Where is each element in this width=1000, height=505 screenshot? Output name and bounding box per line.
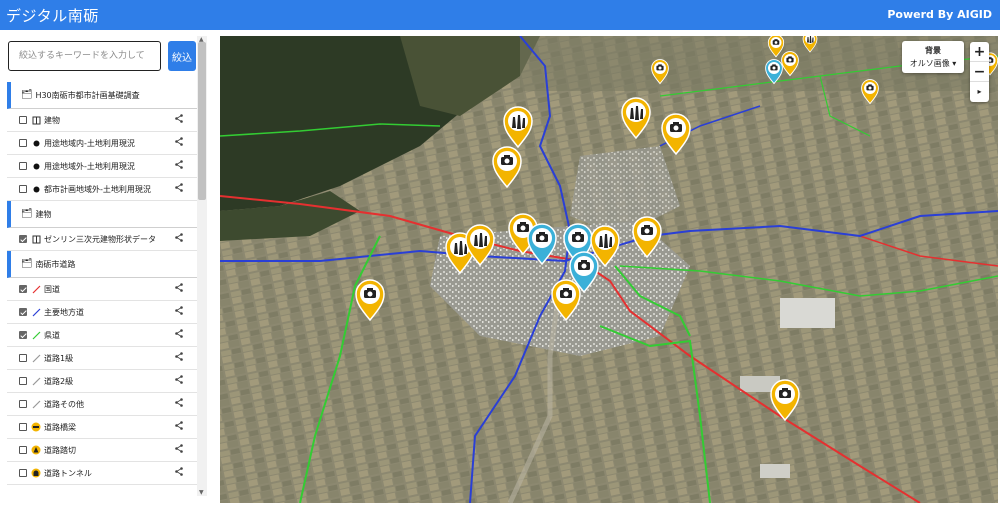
layer-item[interactable]: 都市計画地域外-土地利用現況 — [7, 178, 197, 201]
gray-line-icon — [31, 353, 41, 363]
layer-checkbox[interactable] — [19, 377, 27, 385]
layer-item[interactable]: 道路その他 — [7, 393, 197, 416]
layer-group-label: 建物 — [35, 209, 52, 219]
layer-item[interactable]: ゼンリン三次元建物形状データ — [7, 228, 197, 251]
share-icon[interactable] — [175, 375, 183, 384]
blue-line-icon — [31, 307, 41, 317]
app-title: デジタル南砺 — [6, 7, 99, 25]
layer-item[interactable]: 道路踏切 — [7, 439, 197, 462]
scrollbar-thumb[interactable] — [198, 42, 206, 200]
layer-item-label: 用途地域内-土地利用現況 — [44, 138, 135, 148]
layer-checkbox[interactable] — [19, 185, 27, 193]
background-title: 背景 — [925, 46, 941, 55]
layer-checkbox[interactable] — [19, 162, 27, 170]
black-dot-icon — [31, 161, 41, 171]
layer-item[interactable]: 道路トンネル — [7, 462, 197, 485]
layer-item-label: 都市計画地域外-土地利用現況 — [44, 184, 151, 194]
bridge-pin-icon — [31, 422, 41, 432]
black-dot-icon — [31, 184, 41, 194]
layer-item-label: 道路2級 — [44, 376, 74, 386]
sidebar-scrollbar[interactable]: ▲ ▼ — [197, 36, 207, 496]
share-icon[interactable] — [175, 137, 183, 146]
layer-group-header[interactable]: 🗂 建物 — [7, 201, 197, 228]
share-icon[interactable] — [175, 283, 183, 292]
layer-item-label: 道路踏切 — [44, 445, 76, 455]
layer-checkbox[interactable] — [19, 400, 27, 408]
share-icon[interactable] — [175, 421, 183, 430]
layer-item[interactable]: 国道 — [7, 278, 197, 301]
compass-button[interactable]: ▸ — [970, 82, 989, 102]
aerial-map[interactable] — [220, 36, 998, 503]
share-icon[interactable] — [175, 352, 183, 361]
powered-by-label: Powerd By AIGID — [887, 8, 992, 21]
gray-line-icon — [31, 376, 41, 386]
tunnel-pin-icon — [31, 468, 41, 478]
folder-open-icon: 🗂 — [21, 90, 33, 100]
scroll-down-arrow-icon[interactable]: ▼ — [199, 489, 204, 496]
share-icon[interactable] — [175, 398, 183, 407]
layer-group-label: H30南砺市都市計画基礎調査 — [35, 90, 140, 100]
layer-item-label: 道路トンネル — [44, 468, 92, 478]
layer-item[interactable]: 県道 — [7, 324, 197, 347]
building-outline-icon — [31, 234, 41, 244]
crossing-pin-icon — [31, 445, 41, 455]
search-input[interactable] — [8, 41, 161, 71]
layer-checkbox[interactable] — [19, 423, 27, 431]
share-icon[interactable] — [175, 114, 183, 123]
layer-sidebar: 絞込 🗂 H30南砺市都市計画基礎調査 建物 用途地域内-土地利用現況 用途地域… — [0, 30, 210, 505]
layer-item-label: 主要地方道 — [44, 307, 84, 317]
share-icon[interactable] — [175, 183, 183, 192]
layer-item[interactable]: 道路1級 — [7, 347, 197, 370]
layer-item[interactable]: 建物 — [7, 109, 197, 132]
layer-group-header[interactable]: 🗂 H30南砺市都市計画基礎調査 — [7, 82, 197, 109]
layer-checkbox[interactable] — [19, 331, 27, 339]
layer-item[interactable]: 用途地域外-土地利用現況 — [7, 155, 197, 178]
layer-item-label: 用途地域外-土地利用現況 — [44, 161, 135, 171]
map-viewport[interactable] — [220, 36, 998, 503]
building-outline-icon — [31, 115, 41, 125]
layer-item-label: 国道 — [44, 284, 60, 294]
share-icon[interactable] — [175, 467, 183, 476]
layer-checkbox[interactable] — [19, 285, 27, 293]
layer-item-label: ゼンリン三次元建物形状データ — [44, 234, 156, 244]
layer-item-label: 道路1級 — [44, 353, 74, 363]
filter-button[interactable]: 絞込 — [168, 41, 196, 71]
layer-checkbox[interactable] — [19, 116, 27, 124]
layer-item-label: 県道 — [44, 330, 60, 340]
layer-checkbox[interactable] — [19, 139, 27, 147]
layer-group-header[interactable]: 🗂 南砺市道路 — [7, 251, 197, 278]
app-header: デジタル南砺 Powerd By AIGID — [0, 0, 1000, 30]
share-icon[interactable] — [175, 329, 183, 338]
background-select[interactable]: オルソ画像 ▾ — [902, 58, 964, 69]
share-icon[interactable] — [175, 306, 183, 315]
layer-item[interactable]: 道路2級 — [7, 370, 197, 393]
layer-checkbox[interactable] — [19, 308, 27, 316]
layer-item-label: 建物 — [44, 115, 60, 125]
layer-checkbox[interactable] — [19, 235, 27, 243]
background-layer-control[interactable]: 背景 オルソ画像 ▾ — [902, 41, 964, 73]
folder-open-icon: 🗂 — [21, 259, 33, 269]
layer-item[interactable]: 主要地方道 — [7, 301, 197, 324]
gray-line-icon — [31, 399, 41, 409]
share-icon[interactable] — [175, 160, 183, 169]
layer-checkbox[interactable] — [19, 354, 27, 362]
layer-checkbox[interactable] — [19, 446, 27, 454]
layer-checkbox[interactable] — [19, 469, 27, 477]
zoom-in-button[interactable]: + — [970, 42, 989, 62]
red-line-icon — [31, 284, 41, 294]
layer-item-label: 道路その他 — [44, 399, 84, 409]
layer-group-label: 南砺市道路 — [35, 259, 76, 269]
zoom-out-button[interactable]: − — [970, 62, 989, 82]
share-icon[interactable] — [175, 233, 183, 242]
layer-item[interactable]: 用途地域内-土地利用現況 — [7, 132, 197, 155]
share-icon[interactable] — [175, 444, 183, 453]
folder-open-icon: 🗂 — [21, 209, 33, 219]
green-line-icon — [31, 330, 41, 340]
layer-item[interactable]: 道路橋梁 — [7, 416, 197, 439]
layer-list: 🗂 H30南砺市都市計画基礎調査 建物 用途地域内-土地利用現況 用途地域外-土… — [7, 82, 197, 492]
black-dot-icon — [31, 138, 41, 148]
layer-item-label: 道路橋梁 — [44, 422, 76, 432]
zoom-control: + − ▸ — [970, 42, 989, 102]
